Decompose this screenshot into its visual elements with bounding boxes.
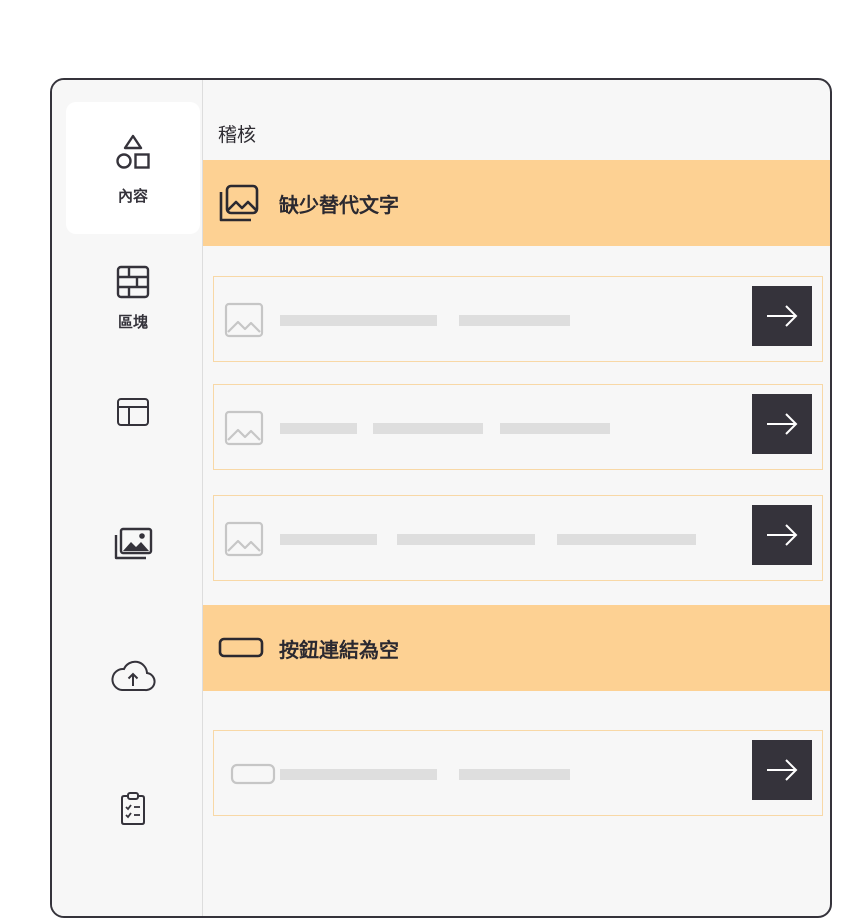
list-item[interactable]	[213, 276, 823, 362]
sidebar-item-blocks[interactable]: 區塊	[66, 232, 200, 364]
layout-icon	[117, 398, 149, 426]
text-placeholder	[280, 315, 437, 326]
text-placeholder	[459, 315, 570, 326]
cloud-upload-icon	[111, 660, 156, 692]
go-button[interactable]	[752, 505, 812, 565]
arrow-right-icon	[767, 524, 798, 546]
images-icon	[114, 527, 153, 560]
go-button[interactable]	[752, 286, 812, 346]
text-placeholder	[280, 534, 377, 545]
arrow-right-icon	[767, 305, 798, 327]
sidebar-item-label: 區塊	[117, 312, 148, 331]
list-item[interactable]	[213, 730, 823, 816]
text-placeholder	[280, 423, 357, 434]
go-button[interactable]	[752, 394, 812, 454]
sidebar-item-content[interactable]: 內容	[66, 102, 200, 234]
audit-panel: 稽核 缺少替代文字 按鈕連結為空	[203, 80, 830, 916]
section-missing-alt-text[interactable]: 缺少替代文字	[203, 160, 830, 246]
image-icon	[219, 184, 259, 222]
section-title: 缺少替代文字	[279, 192, 399, 217]
text-placeholder	[459, 769, 570, 780]
block-grid-icon	[116, 265, 150, 298]
sidebar-item-audit[interactable]	[66, 742, 200, 874]
sidebar-item-upload[interactable]	[66, 610, 200, 742]
image-placeholder-icon	[224, 302, 264, 338]
panel-title: 稽核	[218, 124, 257, 146]
text-placeholder	[500, 423, 610, 434]
list-item[interactable]	[213, 495, 823, 581]
image-placeholder-icon	[224, 410, 264, 446]
image-placeholder-icon	[224, 521, 264, 557]
go-button[interactable]	[752, 740, 812, 800]
section-title: 按鈕連結為空	[279, 637, 399, 662]
text-placeholder	[280, 769, 437, 780]
shapes-icon	[116, 134, 150, 169]
text-placeholder	[397, 534, 535, 545]
text-placeholder	[557, 534, 696, 545]
arrow-right-icon	[767, 759, 798, 781]
list-item[interactable]	[213, 384, 823, 470]
sidebar: 內容 區塊	[52, 80, 203, 916]
text-placeholder	[373, 423, 483, 434]
button-placeholder-icon	[230, 763, 276, 785]
clipboard-check-icon	[121, 792, 145, 825]
section-empty-button-link[interactable]: 按鈕連結為空	[203, 605, 830, 691]
button-icon	[218, 637, 264, 658]
arrow-right-icon	[767, 413, 798, 435]
sidebar-item-media[interactable]	[66, 478, 200, 610]
editor-frame: 內容 區塊 稽核 缺少替代文字 按鈕連結為空	[50, 78, 832, 918]
sidebar-item-layout[interactable]	[66, 346, 200, 478]
sidebar-item-label: 內容	[117, 186, 148, 205]
